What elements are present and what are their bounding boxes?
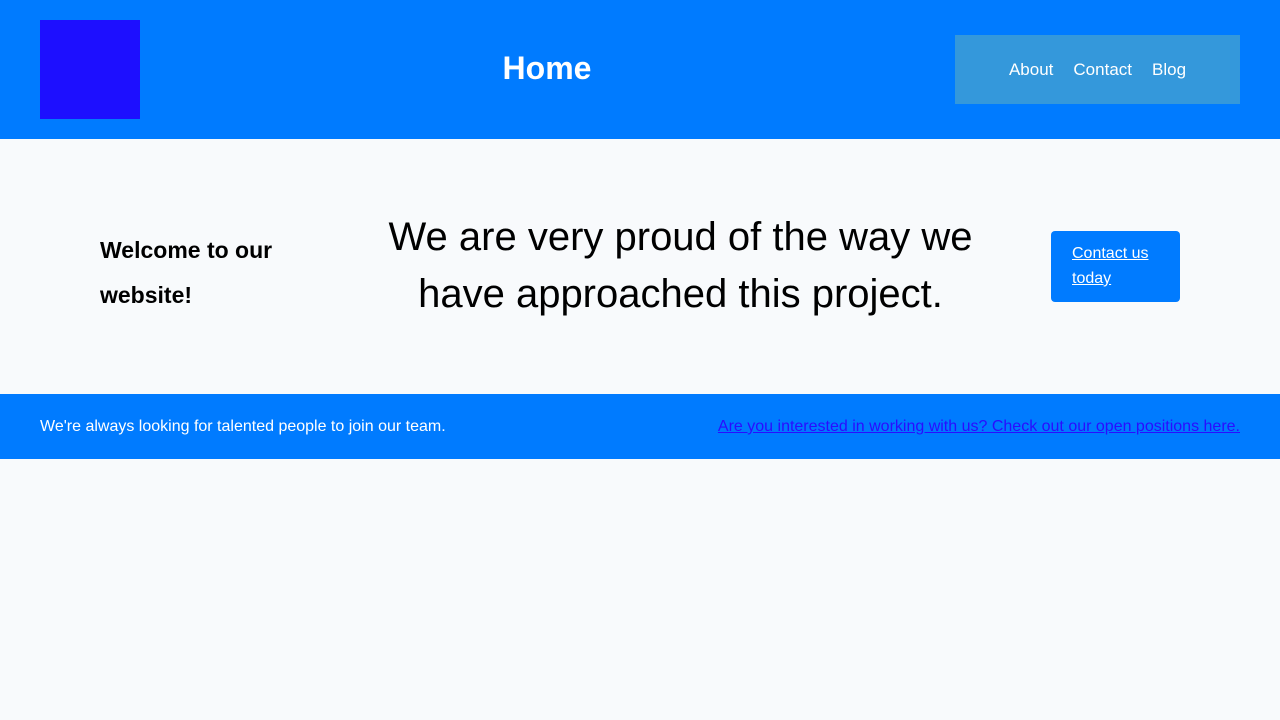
hero-statement: We are very proud of the way we have app… xyxy=(388,215,973,316)
contact-us-button[interactable]: Contact us today xyxy=(1051,231,1180,302)
nav-link-about[interactable]: About xyxy=(1009,58,1053,82)
site-footer: We're always looking for talented people… xyxy=(0,394,1280,459)
footer-text: We're always looking for talented people… xyxy=(40,418,446,435)
site-header: Home About Contact Blog xyxy=(0,0,1280,139)
nav-link-contact[interactable]: Contact xyxy=(1073,58,1132,82)
logo[interactable] xyxy=(40,20,140,119)
hero-section: Welcome to our website! We are very prou… xyxy=(0,139,1280,394)
welcome-heading: Welcome to our website! xyxy=(100,237,273,308)
nav-link-blog[interactable]: Blog xyxy=(1152,58,1186,82)
page-title: Home xyxy=(502,50,592,86)
open-positions-link[interactable]: Are you interested in working with us? C… xyxy=(718,416,1240,438)
main-nav: About Contact Blog xyxy=(955,35,1240,104)
